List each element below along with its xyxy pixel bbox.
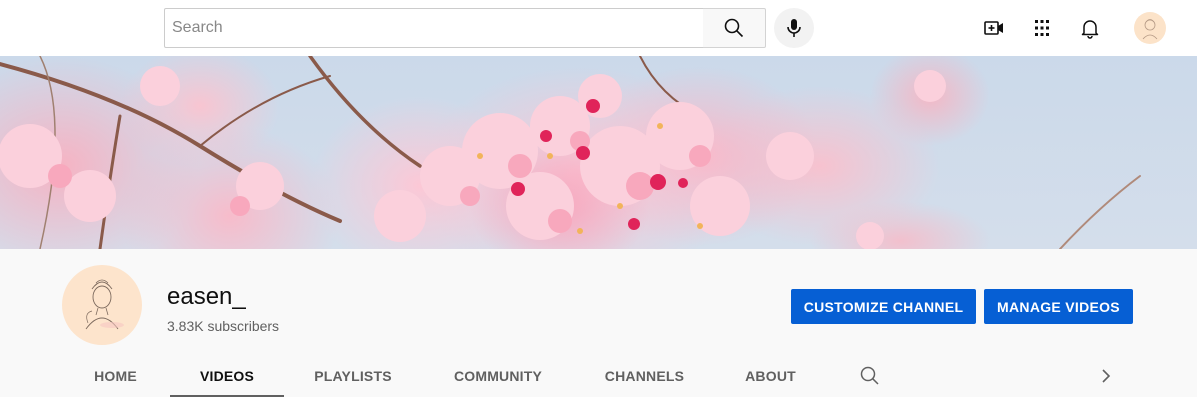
apps-grid-icon [1035,20,1049,36]
avatar[interactable] [1134,12,1166,44]
search-icon [860,366,879,385]
tab-community[interactable]: COMMUNITY [440,363,556,397]
tab-playlists[interactable]: PLAYLISTS [298,363,408,397]
customize-channel-button[interactable]: CUSTOMIZE CHANNEL [791,289,976,324]
channel-header: easen_ 3.83K subscribers CUSTOMIZE CHANN… [0,249,1197,397]
channel-banner [0,56,1197,249]
voice-search-button[interactable] [774,8,814,48]
avatar-sketch-icon [85,279,124,330]
subscriber-count: 3.83K subscribers [167,318,280,334]
tab-about[interactable]: ABOUT [732,363,809,397]
create-button[interactable] [978,12,1010,44]
apps-button[interactable] [1026,12,1058,44]
channel-name: easen_ [167,283,246,310]
channel-avatar[interactable] [62,265,142,345]
channel-search-button[interactable] [858,364,882,388]
video-add-icon [984,21,1003,35]
tab-videos[interactable]: VIDEOS [170,363,284,397]
search-input[interactable] [172,19,703,37]
manage-videos-button[interactable]: MANAGE VIDEOS [984,289,1133,324]
avatar-sketch-icon [1142,19,1158,40]
tab-home[interactable]: HOME [82,363,149,397]
masthead [0,0,1197,56]
notifications-button[interactable] [1074,12,1106,44]
search-field[interactable] [164,8,704,48]
chevron-right-icon [1102,369,1111,383]
bell-icon [1081,20,1099,39]
tabs-next-button[interactable] [1094,364,1118,388]
search-button[interactable] [703,8,766,48]
cherry-blossom-illustration [0,56,1141,249]
tab-channels[interactable]: CHANNELS [592,363,697,397]
microphone-icon [787,19,801,37]
search-icon [724,18,744,38]
